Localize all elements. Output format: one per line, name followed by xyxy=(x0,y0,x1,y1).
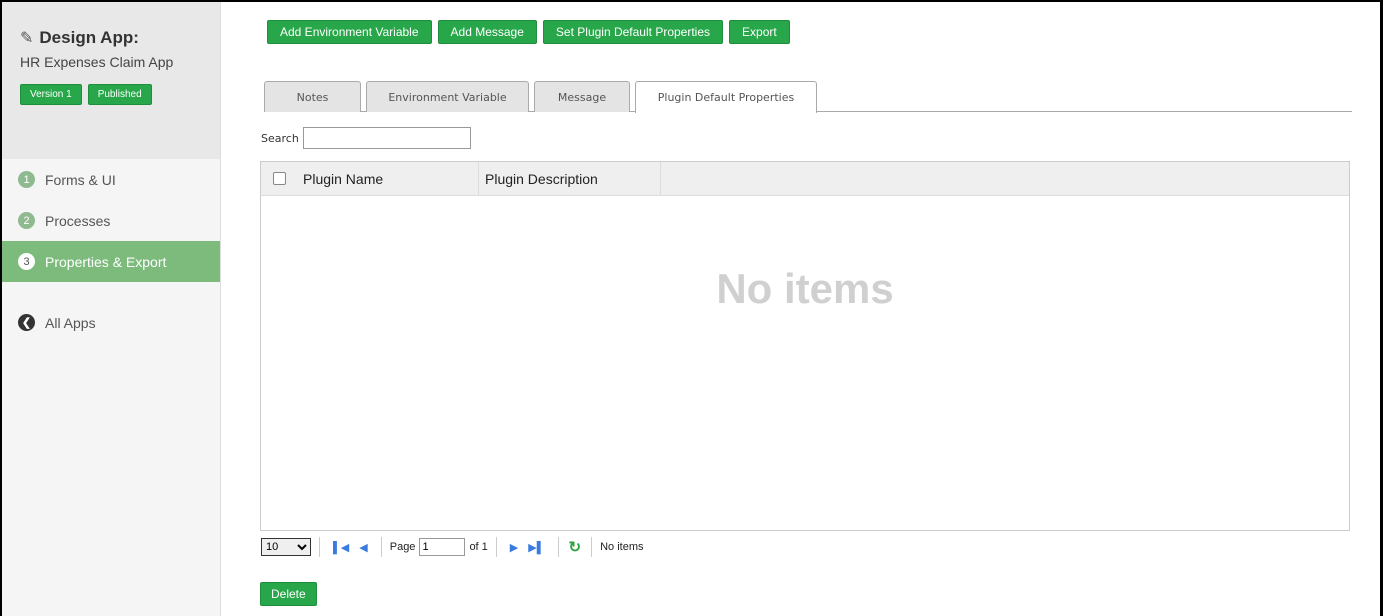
divider xyxy=(495,537,497,557)
app-title: ✎ Design App: xyxy=(20,28,202,48)
page-count-label: of 1 xyxy=(469,541,488,553)
divider xyxy=(557,537,559,557)
tab-plugin-default-properties[interactable]: Plugin Default Properties xyxy=(635,81,817,113)
app-badges: Version 1 Published xyxy=(20,84,202,105)
delete-button[interactable]: Delete xyxy=(260,582,317,606)
plugin-table: Plugin Name Plugin Description No items xyxy=(260,161,1350,531)
main-content: Add Environment Variable Add Message Set… xyxy=(221,2,1379,616)
set-plugin-default-properties-button[interactable]: Set Plugin Default Properties xyxy=(542,20,724,44)
tab-environment-variable[interactable]: Environment Variable xyxy=(366,81,529,112)
pagination-bar: 10 ▌◀ ◀ Page of 1 ▶ ▶▌ ↻ No items xyxy=(261,535,644,559)
sidebar-nav: 1 Forms & UI 2 Processes 3 Properties & … xyxy=(2,159,220,343)
version-badge[interactable]: Version 1 xyxy=(20,84,82,105)
page-label: Page xyxy=(389,541,416,553)
step-number: 1 xyxy=(18,171,35,188)
sidebar-item-all-apps[interactable]: ❮ All Apps xyxy=(2,302,220,343)
sidebar: ✎ Design App: HR Expenses Claim App Vers… xyxy=(2,2,221,616)
prev-page-icon[interactable]: ◀ xyxy=(359,541,367,554)
divider xyxy=(380,537,382,557)
page-size-select[interactable]: 10 xyxy=(261,538,311,556)
first-page-icon[interactable]: ▌◀ xyxy=(333,541,349,554)
refresh-icon[interactable]: ↻ xyxy=(569,538,582,556)
column-header-plugin-description[interactable]: Plugin Description xyxy=(479,162,661,195)
sidebar-item-label: All Apps xyxy=(45,314,96,331)
sidebar-item-label: Properties & Export xyxy=(45,253,167,270)
search-label: Search xyxy=(261,131,299,145)
sidebar-item-label: Forms & UI xyxy=(45,171,116,188)
tab-message[interactable]: Message xyxy=(534,81,630,112)
pager-status: No items xyxy=(600,541,644,553)
published-badge[interactable]: Published xyxy=(87,84,152,105)
toolbar: Add Environment Variable Add Message Set… xyxy=(267,20,790,44)
add-environment-variable-button[interactable]: Add Environment Variable xyxy=(267,20,432,44)
step-number: 2 xyxy=(18,212,35,229)
footer-actions: Delete xyxy=(260,582,317,606)
tab-notes[interactable]: Notes xyxy=(264,81,361,112)
sidebar-item-forms-ui[interactable]: 1 Forms & UI xyxy=(2,159,220,200)
select-all-cell xyxy=(261,162,297,195)
add-message-button[interactable]: Add Message xyxy=(437,20,537,44)
search-input[interactable] xyxy=(302,127,471,149)
app-title-label: Design App: xyxy=(39,28,139,47)
app-header: ✎ Design App: HR Expenses Claim App Vers… xyxy=(2,2,220,159)
app-name: HR Expenses Claim App xyxy=(20,54,174,70)
table-header: Plugin Name Plugin Description xyxy=(261,162,1349,196)
search-bar: Search xyxy=(261,127,471,149)
column-header-plugin-name[interactable]: Plugin Name xyxy=(297,162,479,195)
sidebar-item-label: Processes xyxy=(45,212,111,229)
arrow-left-circle-icon: ❮ xyxy=(18,314,35,331)
last-page-icon[interactable]: ▶▌ xyxy=(528,541,544,554)
divider xyxy=(319,537,320,557)
export-button[interactable]: Export xyxy=(729,20,790,44)
tab-bar: Notes Environment Variable Message Plugi… xyxy=(264,81,1352,113)
sidebar-item-processes[interactable]: 2 Processes xyxy=(2,200,220,241)
edit-icon: ✎ xyxy=(20,30,34,47)
next-page-icon[interactable]: ▶ xyxy=(510,541,518,554)
sidebar-item-properties-export[interactable]: 3 Properties & Export xyxy=(2,241,220,282)
page-number-input[interactable] xyxy=(419,538,466,556)
empty-state-message: No items xyxy=(716,265,894,312)
select-all-checkbox[interactable] xyxy=(272,172,286,185)
divider xyxy=(591,537,593,557)
step-number: 3 xyxy=(18,253,35,270)
